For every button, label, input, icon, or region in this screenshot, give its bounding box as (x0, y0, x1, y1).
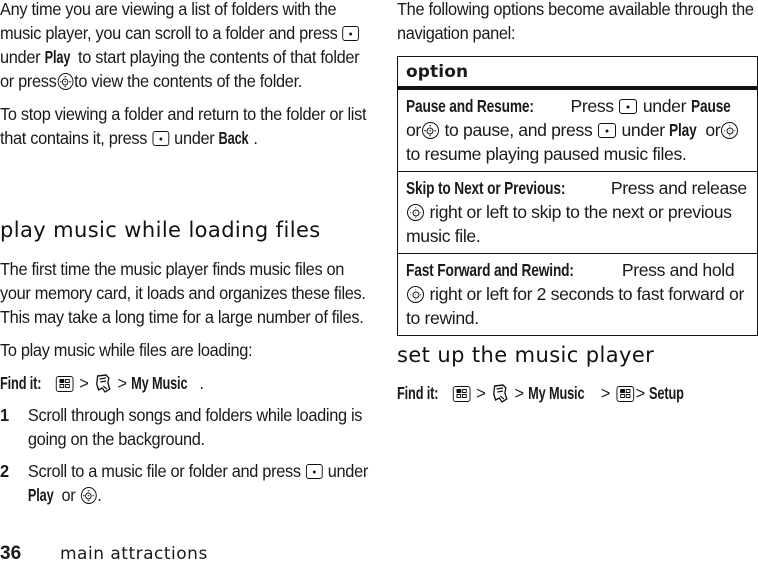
list-item: 1 Scroll through songs and folders while… (0, 405, 363, 449)
soft-key-icon (619, 99, 638, 114)
play-label: Play (669, 120, 697, 140)
find-it-label: Find it: (0, 373, 42, 393)
play-label: Play (27, 485, 54, 505)
multimedia-icon (95, 374, 111, 393)
menu-key-icon (616, 386, 634, 402)
find-it-path: Find it: > > My Music. (0, 373, 204, 393)
nav-key-icon (407, 204, 424, 221)
paragraph-options-intro: The following options become available t… (397, 0, 754, 43)
paragraph-stop-viewing: To stop viewing a folder and return to t… (0, 104, 367, 148)
paragraph-folders: Any time you are viewing a list of folde… (0, 0, 360, 91)
option-title: Skip to Next or Previous: (406, 178, 566, 198)
list-item: 2 Scroll to a music file or folder and p… (0, 461, 368, 505)
page-footer: 36 main attractions (0, 543, 208, 565)
nav-key-icon (721, 122, 739, 139)
steps-list: 1 Scroll through songs and folders while… (0, 403, 370, 507)
option-title: Pause and Resume: (406, 96, 534, 116)
nav-key-icon (80, 487, 97, 504)
play-label: Play (44, 47, 71, 67)
pause-label: Pause (690, 96, 731, 116)
table-row: Pause and Resume: Press under Pause or t… (397, 87, 758, 172)
find-it-path-setup: Find it: > > My Music > > Setup (397, 383, 684, 403)
find-it-label: Find it: (397, 383, 439, 403)
option-title: Fast Forward and Rewind: (406, 260, 574, 280)
nav-key-icon (421, 122, 439, 139)
soft-key-icon (342, 26, 360, 41)
multimedia-icon (492, 384, 508, 403)
soft-key-icon (152, 131, 170, 146)
setup-label: Setup (649, 383, 684, 403)
paragraph-first-time: The first time the music player finds mu… (0, 259, 366, 327)
table-header-option: option (397, 56, 758, 90)
my-music-label: My Music (130, 373, 188, 393)
section-heading-play-while-loading: play music while loading files (0, 218, 321, 242)
options-table: option Pause and Resume: Press under Pau… (397, 56, 758, 336)
table-row: Fast Forward and Rewind: Press and hold … (397, 253, 758, 336)
my-music-label: My Music (527, 383, 585, 403)
soft-key-icon (597, 123, 616, 138)
right-column: The following options become available t… (397, 0, 758, 403)
left-column: Any time you are viewing a list of folde… (0, 0, 372, 505)
nav-key-icon (57, 73, 74, 90)
soft-key-icon (305, 464, 323, 479)
page-number: 36 (0, 543, 22, 564)
table-row: Skip to Next or Previous: Press and rele… (397, 171, 758, 254)
paragraph-to-play: To play music while files are loading: (0, 340, 253, 360)
section-name: main attractions (60, 544, 208, 564)
section-heading-setup: set up the music player (397, 343, 655, 367)
menu-key-icon (452, 386, 471, 402)
back-label: Back (218, 128, 249, 148)
nav-key-icon (407, 286, 424, 303)
menu-key-icon (55, 376, 74, 392)
